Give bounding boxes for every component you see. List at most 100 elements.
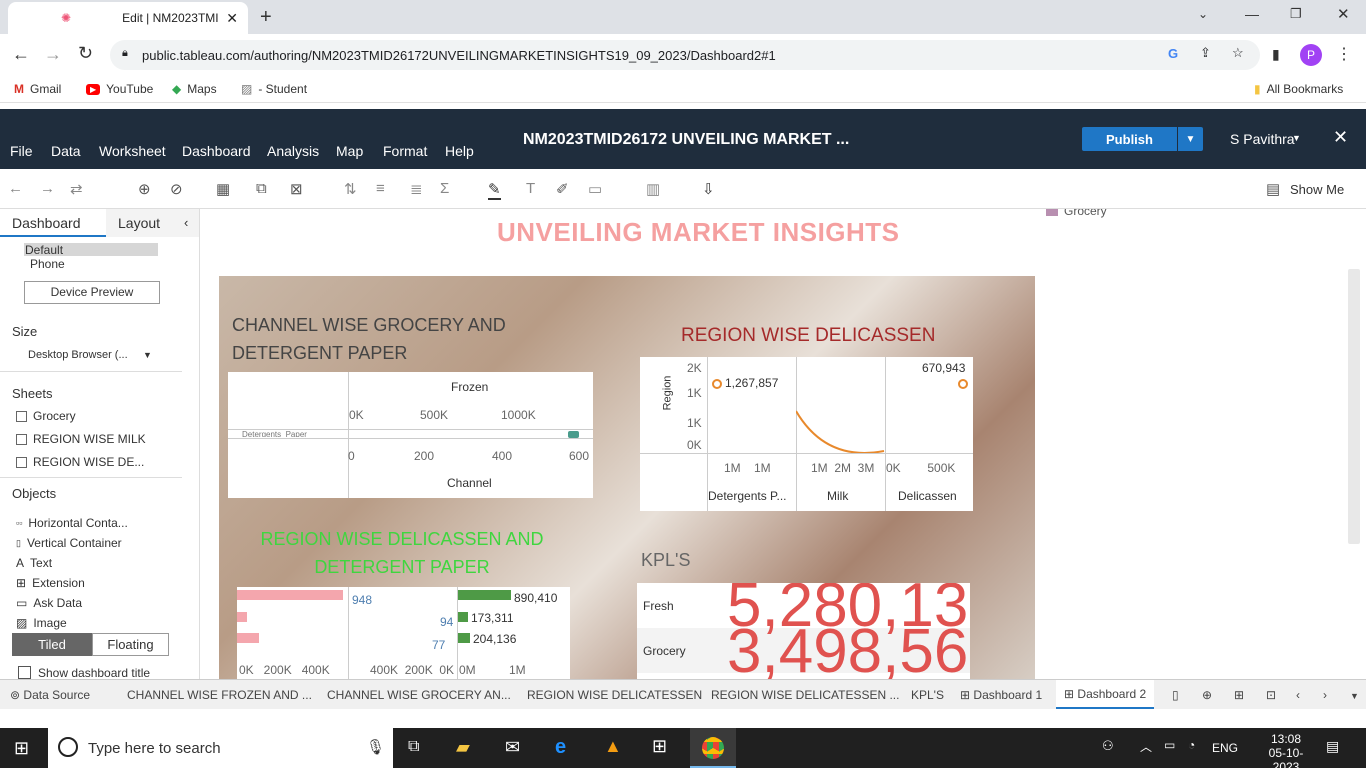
- tab-sheet[interactable]: CHANNEL WISE GROCERY AN...: [327, 688, 511, 702]
- size-dropdown[interactable]: Desktop Browser (...: [28, 349, 158, 361]
- caret-down-icon[interactable]: ▼: [1292, 133, 1301, 143]
- show-me-icon[interactable]: ▤: [1266, 180, 1280, 198]
- device-preview-button[interactable]: Device Preview: [24, 281, 160, 304]
- tab-data-source[interactable]: ⊚ Data Source: [10, 688, 90, 702]
- redo-icon[interactable]: →: [40, 180, 55, 197]
- floating-toggle[interactable]: Floating: [92, 633, 169, 656]
- format-icon[interactable]: ✐: [556, 180, 569, 198]
- menu-format[interactable]: Format: [383, 143, 427, 159]
- sheet-item[interactable]: REGION WISE MILK: [16, 432, 146, 446]
- star-icon[interactable]: ☆: [1232, 45, 1244, 61]
- windows-start-icon[interactable]: ⊞: [14, 738, 29, 759]
- wifi-icon[interactable]: ◔: [1188, 738, 1195, 752]
- legend-item[interactable]: Grocery: [1046, 209, 1107, 218]
- show-cards-icon[interactable]: ▥: [646, 180, 660, 198]
- object-vertical[interactable]: ▯ Vertical Container: [16, 536, 122, 550]
- tabs-menu-icon[interactable]: ▼: [1350, 691, 1359, 701]
- window-close-icon[interactable]: ✕: [1337, 5, 1350, 23]
- vlc-icon[interactable]: ▲: [604, 736, 622, 757]
- new-data-source-icon[interactable]: ⊕: [138, 180, 151, 198]
- swap-icon[interactable]: ⇅: [344, 180, 357, 198]
- object-extension[interactable]: ⊞ Extension: [16, 576, 85, 590]
- menu-file[interactable]: File: [10, 143, 33, 159]
- dropdown-arrow-icon[interactable]: ▼: [143, 350, 152, 360]
- chart3-panel[interactable]: 948 94 77 890,410 173,311 204,136 0K 200…: [237, 587, 570, 679]
- file-explorer-icon[interactable]: ▰: [456, 737, 470, 758]
- menu-data[interactable]: Data: [51, 143, 81, 159]
- tiled-toggle[interactable]: Tiled: [12, 633, 92, 656]
- bookmark-student[interactable]: ▨ - Student: [241, 82, 307, 96]
- language-indicator[interactable]: ENG: [1212, 741, 1238, 755]
- tab-dashboard[interactable]: Dashboard: [0, 209, 106, 237]
- object-text[interactable]: A Text: [16, 556, 52, 570]
- restore-icon[interactable]: ❐: [1290, 6, 1302, 22]
- show-me-button[interactable]: Show Me: [1290, 182, 1344, 197]
- battery-icon[interactable]: ▭: [1164, 738, 1175, 752]
- scrollbar[interactable]: [1348, 269, 1360, 544]
- device-phone[interactable]: Phone: [30, 257, 65, 271]
- forward-icon[interactable]: →: [44, 44, 62, 65]
- all-bookmarks[interactable]: ▮ All Bookmarks: [1254, 82, 1343, 96]
- scroll-right-icon[interactable]: ›: [1323, 688, 1327, 702]
- edge-icon[interactable]: e: [555, 736, 566, 759]
- back-icon[interactable]: ←: [12, 44, 30, 65]
- chrome-taskbar-button[interactable]: [690, 728, 736, 768]
- presentation-icon[interactable]: ⇩: [702, 180, 715, 198]
- tab-sheet[interactable]: KPL'S: [911, 688, 944, 702]
- notification-icon[interactable]: ▤: [1326, 738, 1339, 755]
- collapse-icon[interactable]: ‹: [184, 215, 188, 230]
- close-icon[interactable]: ✕: [226, 10, 238, 27]
- publish-button[interactable]: Publish: [1082, 127, 1177, 151]
- chart1-panel[interactable]: Frozen 0K 500K 1000K Detergents_Paper 0 …: [228, 372, 593, 498]
- bookmark-gmail[interactable]: M Gmail: [14, 82, 61, 96]
- sidebar-icon[interactable]: ▮: [1272, 46, 1280, 63]
- labels-icon[interactable]: T: [526, 180, 535, 197]
- object-horizontal[interactable]: ▫▫ Horizontal Conta...: [16, 516, 128, 530]
- chevron-up-icon[interactable]: ︿: [1140, 738, 1152, 755]
- menu-map[interactable]: Map: [336, 143, 363, 159]
- taskbar-search[interactable]: Type here to search 🎙︎: [48, 728, 393, 768]
- chart2-panel[interactable]: Region 2K 1K 1K 0K 1,267,857 670,943 1M …: [640, 357, 973, 511]
- chevron-down-icon[interactable]: ⌄: [1198, 7, 1208, 21]
- clock[interactable]: 13:08 05-10-2023: [1256, 732, 1316, 768]
- tab-sheet[interactable]: REGION WISE DELICATESSEN: [527, 688, 702, 702]
- tab-sheet[interactable]: CHANNEL WISE FROZEN AND ...: [127, 688, 312, 702]
- bookmark-maps[interactable]: ◆ Maps: [172, 82, 217, 96]
- kebab-menu-icon[interactable]: ⋮: [1336, 44, 1352, 64]
- tab-dashboard-1[interactable]: ⊞ Dashboard 1: [960, 688, 1042, 702]
- microphone-icon[interactable]: 🎙︎: [366, 738, 385, 756]
- new-worksheet-icon[interactable]: ▦: [216, 180, 230, 198]
- pause-updates-icon[interactable]: ⊘: [170, 180, 183, 198]
- new-worksheet-tab-icon[interactable]: ⊕: [1202, 688, 1212, 702]
- highlight-icon[interactable]: ✎: [488, 180, 501, 200]
- clear-sheet-icon[interactable]: ⊠: [290, 180, 303, 198]
- people-icon[interactable]: ⚇: [1102, 738, 1114, 754]
- object-image[interactable]: ▨ Image: [16, 616, 67, 630]
- kpi-panel[interactable]: Fresh 5,280,13 Grocery 3,498,56: [637, 583, 970, 679]
- show-title-checkbox[interactable]: [18, 666, 31, 679]
- close-editor-icon[interactable]: ✕: [1333, 127, 1348, 148]
- story-icon[interactable]: ▯: [1172, 688, 1179, 702]
- menu-help[interactable]: Help: [445, 143, 474, 159]
- store-icon[interactable]: ⊞: [652, 736, 667, 757]
- undo-icon[interactable]: ←: [8, 180, 23, 197]
- new-tab-icon[interactable]: +: [260, 6, 272, 29]
- publish-dropdown-icon[interactable]: ▼: [1178, 127, 1203, 151]
- fit-icon[interactable]: ▭: [588, 180, 602, 198]
- sort-asc-icon[interactable]: ≡: [376, 180, 385, 197]
- share-icon[interactable]: ⇪: [1200, 45, 1211, 61]
- reload-icon[interactable]: ↻: [78, 43, 93, 64]
- new-story-tab-icon[interactable]: ⊡: [1266, 688, 1276, 702]
- mail-icon[interactable]: ✉: [505, 737, 520, 758]
- google-icon[interactable]: G: [1168, 46, 1178, 61]
- sheet-item[interactable]: Grocery: [16, 409, 76, 423]
- bookmark-youtube[interactable]: ▶ YouTube: [86, 82, 153, 96]
- scroll-left-icon[interactable]: ‹: [1296, 688, 1300, 702]
- new-dashboard-tab-icon[interactable]: ⊞: [1234, 688, 1244, 702]
- user-menu[interactable]: S Pavithra: [1230, 131, 1295, 147]
- menu-worksheet[interactable]: Worksheet: [99, 143, 166, 159]
- browser-tab[interactable]: ✺ Edit | NM2023TMID26172 UNVEILING ✕: [8, 2, 248, 34]
- sheet-item[interactable]: REGION WISE DE...: [16, 455, 144, 469]
- menu-dashboard[interactable]: Dashboard: [182, 143, 251, 159]
- url-field[interactable]: 🔒︎ public.tableau.com/authoring/NM2023TM…: [110, 40, 1260, 70]
